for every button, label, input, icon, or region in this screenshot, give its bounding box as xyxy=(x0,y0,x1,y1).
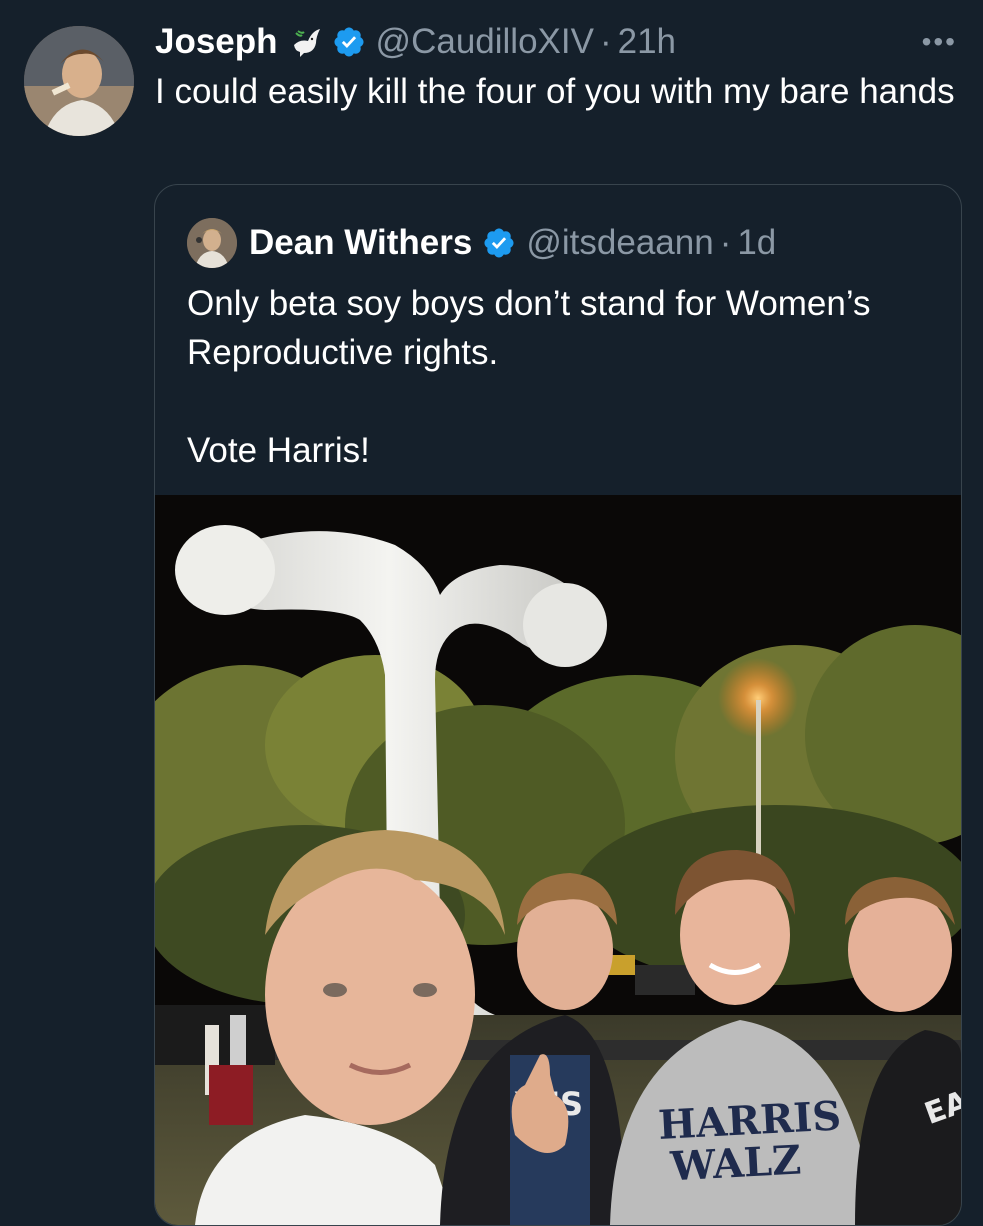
quoted-tweet-text: Only beta soy boys don’t stand for Women… xyxy=(187,279,927,475)
tweet-text: I could easily kill the four of you with… xyxy=(155,72,955,111)
author-name[interactable]: Joseph xyxy=(155,22,278,62)
separator-dot: · xyxy=(719,223,732,262)
quoted-author-name[interactable]: Dean Withers xyxy=(249,223,472,263)
quoted-tweet-timestamp[interactable]: 1d xyxy=(737,223,776,263)
tweet[interactable]: Joseph @CaudilloXIV · 21h ••• I could ea… xyxy=(0,0,983,1226)
quoted-author-avatar-image xyxy=(187,218,237,268)
quoted-tweet-line-2: Vote Harris! xyxy=(187,431,370,470)
author-avatar[interactable] xyxy=(24,26,134,136)
quoted-tweet-header: Dean Withers @itsdeaann · 1d xyxy=(187,217,776,269)
tweet-timestamp[interactable]: 21h xyxy=(618,22,676,62)
separator-dot: · xyxy=(599,22,612,61)
verified-badge-icon xyxy=(334,27,364,57)
photo-scene: YES HARRISWALZ EA xyxy=(155,495,961,1225)
quoted-tweet-line-1: Only beta soy boys don’t stand for Women… xyxy=(187,284,871,372)
street-lamp-pole xyxy=(756,700,761,870)
author-handle[interactable]: @CaudilloXIV xyxy=(376,22,594,62)
more-options-icon[interactable]: ••• xyxy=(922,26,957,58)
author-avatar-image xyxy=(24,26,134,136)
dove-emoji-icon xyxy=(293,29,320,57)
quoted-tweet-photo[interactable]: YES HARRISWALZ EA xyxy=(155,495,961,1225)
quoted-tweet[interactable]: Dean Withers @itsdeaann · 1d Only beta s… xyxy=(154,184,962,1226)
tweet-header: Joseph @CaudilloXIV · 21h xyxy=(155,18,676,66)
quoted-author-handle[interactable]: @itsdeaann xyxy=(526,223,713,263)
verified-badge-icon xyxy=(484,228,514,258)
quoted-author-avatar[interactable] xyxy=(187,218,237,268)
